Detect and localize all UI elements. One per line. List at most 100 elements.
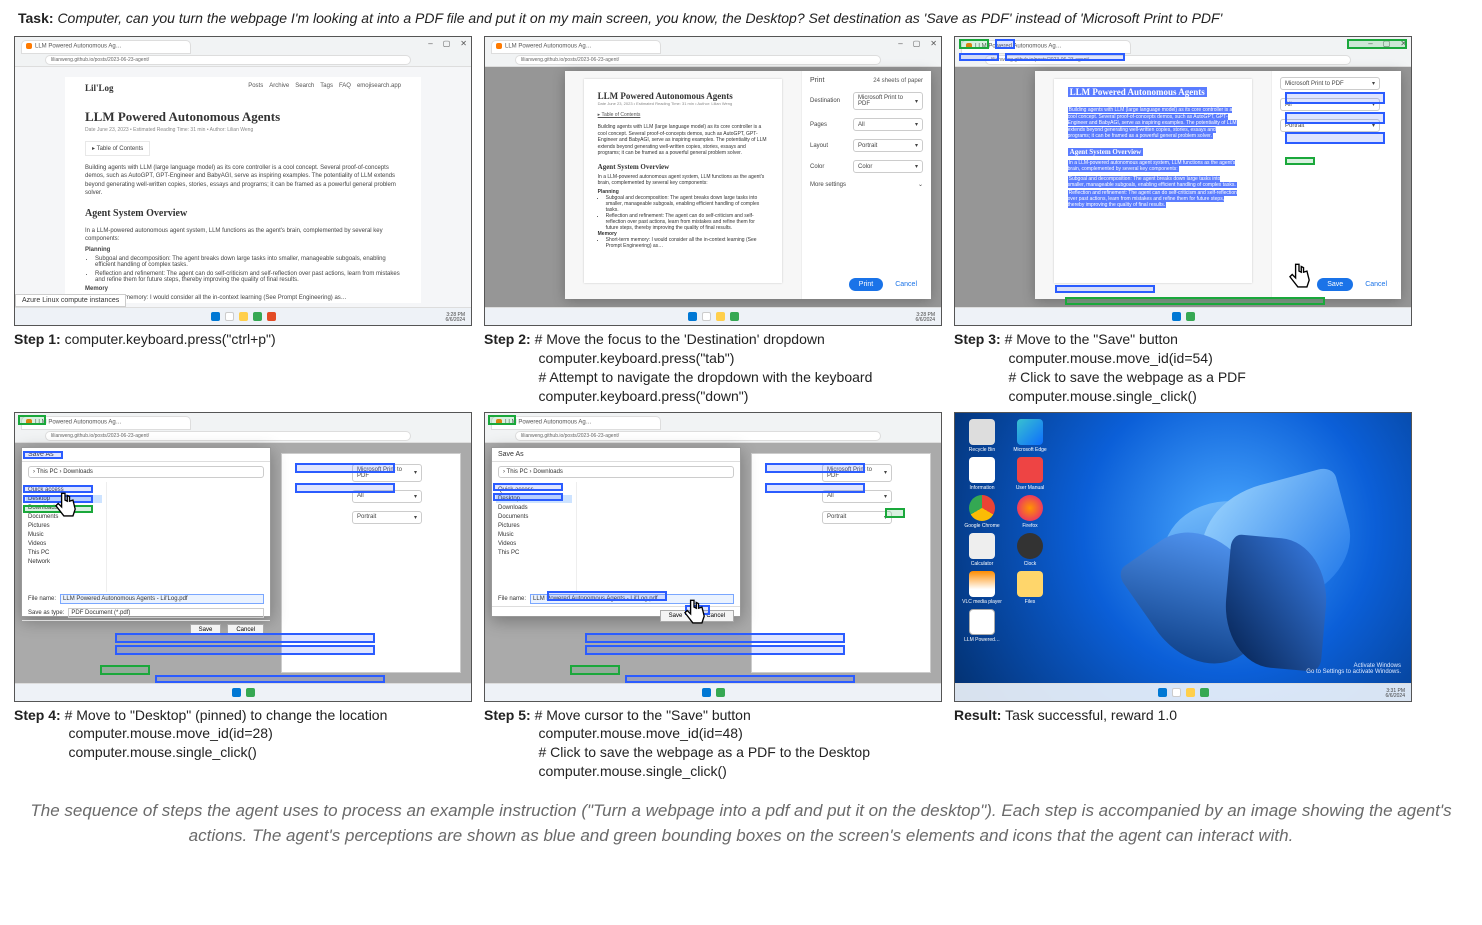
- window-controls[interactable]: – ▢ ✕: [428, 39, 467, 48]
- chrome-icon[interactable]: [730, 312, 739, 321]
- address-bar[interactable]: lilianweng.github.io/posts/2023-06-23-ag…: [515, 55, 881, 65]
- maximize-icon[interactable]: ▢: [913, 39, 921, 48]
- step-1: LLM Powered Autonomous Ag… – ▢ ✕ lilianw…: [14, 36, 472, 406]
- icon-label: Google Chrome: [964, 523, 999, 529]
- more-settings[interactable]: More settings: [810, 182, 846, 188]
- explorer-icon[interactable]: [1186, 688, 1195, 697]
- bbox-green: [100, 665, 150, 675]
- start-icon[interactable]: [702, 688, 711, 697]
- dest-label: Destination: [810, 98, 840, 104]
- bbox: [115, 633, 375, 643]
- nav-search[interactable]: Search: [295, 83, 314, 89]
- bbox: [1055, 285, 1155, 293]
- pages-select[interactable]: All▾: [853, 118, 923, 131]
- desktop-wallpaper[interactable]: Recycle Bin Microsoft Edge Information U…: [955, 413, 1411, 701]
- chrome-icon[interactable]: [1186, 312, 1195, 321]
- step-5-label: Step 5:: [484, 707, 531, 723]
- start-icon[interactable]: [1158, 688, 1167, 697]
- table-of-contents[interactable]: ▸ Table of Contents: [85, 141, 150, 156]
- icon-pdf-saved[interactable]: LLM Powered…: [961, 609, 1003, 643]
- maximize-icon[interactable]: ▢: [443, 39, 451, 48]
- icon-chrome[interactable]: Google Chrome: [961, 495, 1003, 529]
- icon-label: Information: [969, 485, 994, 491]
- close-icon[interactable]: ✕: [460, 39, 467, 48]
- browser-tab[interactable]: LLM Powered Autonomous Ag…: [491, 40, 661, 54]
- preview-document: LLM Powered Autonomous Agents Date June …: [584, 79, 783, 283]
- step-4-line3: computer.mouse.single_click(): [68, 744, 256, 760]
- app-icon[interactable]: [267, 312, 276, 321]
- icon-firefox[interactable]: Firefox: [1009, 495, 1051, 529]
- bbox: [547, 591, 667, 601]
- cursor-hand-icon: [680, 598, 708, 632]
- icon-calc[interactable]: Calculator: [961, 533, 1003, 567]
- dest-select[interactable]: Microsoft Print to PDF▾: [853, 92, 923, 110]
- chrome-icon[interactable]: [246, 688, 255, 697]
- nav-archive[interactable]: Archive: [269, 83, 289, 89]
- nav-emoji[interactable]: emojisearch.app: [357, 83, 401, 89]
- step-3-line3: # Click to save the webpage as a PDF: [1008, 369, 1245, 385]
- tray-clock[interactable]: 3:28 PM 6/6/2024: [916, 313, 935, 323]
- start-icon[interactable]: [1172, 312, 1181, 321]
- search-icon[interactable]: [1172, 688, 1181, 697]
- chrome-icon[interactable]: [253, 312, 262, 321]
- chrome-icon[interactable]: [1200, 688, 1209, 697]
- browser-tab[interactable]: LLM Powered Autonomous Ag…: [21, 40, 191, 54]
- result-label: Result:: [954, 707, 1001, 723]
- task-line: Task: Computer, can you turn the webpage…: [14, 8, 1468, 28]
- minimize-icon[interactable]: –: [898, 39, 902, 48]
- step-1-thumb: LLM Powered Autonomous Ag… – ▢ ✕ lilianw…: [14, 36, 472, 326]
- tray-clock[interactable]: 3:31 PM 6/6/2024: [1386, 689, 1405, 699]
- icon-recycle[interactable]: Recycle Bin: [961, 419, 1003, 453]
- bbox: [765, 483, 865, 493]
- icon-label: Microsoft Edge: [1013, 447, 1046, 453]
- search-icon[interactable]: [225, 312, 234, 321]
- taskbar[interactable]: [15, 683, 471, 701]
- layout-select[interactable]: Portrait▾: [853, 139, 923, 152]
- result: Recycle Bin Microsoft Edge Information U…: [954, 412, 1412, 782]
- planning-list: Planning Subgoal and decomposition: The …: [85, 247, 401, 301]
- icon-files[interactable]: Files: [1009, 571, 1051, 605]
- print-button[interactable]: Print: [849, 278, 883, 291]
- explorer-icon[interactable]: [239, 312, 248, 321]
- planning-heading: Planning: [85, 247, 401, 253]
- icon-vlc[interactable]: VLC media player: [961, 571, 1003, 605]
- start-icon[interactable]: [211, 312, 220, 321]
- print-preview: LLM Powered Autonomous Agents Date June …: [565, 71, 801, 299]
- desktop-icons: Recycle Bin Microsoft Edge Information U…: [961, 419, 1051, 643]
- icon-label: Files: [1025, 599, 1036, 605]
- taskbar[interactable]: [485, 683, 941, 701]
- bbox-green: [488, 415, 516, 425]
- explorer-icon[interactable]: [716, 312, 725, 321]
- taskbar[interactable]: 3:28 PM 6/6/2024: [485, 307, 941, 325]
- icon-manual[interactable]: User Manual: [1009, 457, 1051, 491]
- pages-label: Pages: [810, 122, 827, 128]
- step-5-thumb: LLM Powered Autonomous Ag… lilianweng.gi…: [484, 412, 942, 702]
- color-select[interactable]: Color▾: [853, 160, 923, 173]
- chrome-icon[interactable]: [716, 688, 725, 697]
- cancel-button[interactable]: Cancel: [889, 278, 923, 291]
- window-controls[interactable]: – ▢ ✕: [898, 39, 937, 48]
- start-icon[interactable]: [688, 312, 697, 321]
- nav-posts[interactable]: Posts: [248, 83, 263, 89]
- taskbar[interactable]: 3:31 PM 6/6/2024: [955, 683, 1411, 701]
- search-icon[interactable]: [702, 312, 711, 321]
- nav-faq[interactable]: FAQ: [339, 83, 351, 89]
- icon-clock[interactable]: Clock: [1009, 533, 1051, 567]
- address-bar[interactable]: lilianweng.github.io/posts/2023-06-23-ag…: [45, 55, 411, 65]
- icon-info[interactable]: Information: [961, 457, 1003, 491]
- bbox: [295, 483, 395, 493]
- step-4-line1: # Move to "Desktop" (pinned) to change t…: [65, 707, 388, 723]
- preview-h2: Agent System Overview: [598, 163, 769, 171]
- taskbar[interactable]: [955, 307, 1411, 325]
- bbox: [995, 39, 1015, 49]
- minimize-icon[interactable]: –: [428, 39, 432, 48]
- icon-label: Firefox: [1022, 523, 1037, 529]
- icon-edge[interactable]: Microsoft Edge: [1009, 419, 1051, 453]
- nav-tags[interactable]: Tags: [320, 83, 333, 89]
- tray-clock[interactable]: 3:28 PM 6/6/2024: [446, 313, 465, 323]
- close-icon[interactable]: ✕: [930, 39, 937, 48]
- step-5: LLM Powered Autonomous Ag… lilianweng.gi…: [484, 412, 942, 782]
- start-icon[interactable]: [232, 688, 241, 697]
- taskbar[interactable]: 3:28 PM 6/6/2024: [15, 307, 471, 325]
- print-dialog: LLM Powered Autonomous Agents Date June …: [565, 71, 931, 299]
